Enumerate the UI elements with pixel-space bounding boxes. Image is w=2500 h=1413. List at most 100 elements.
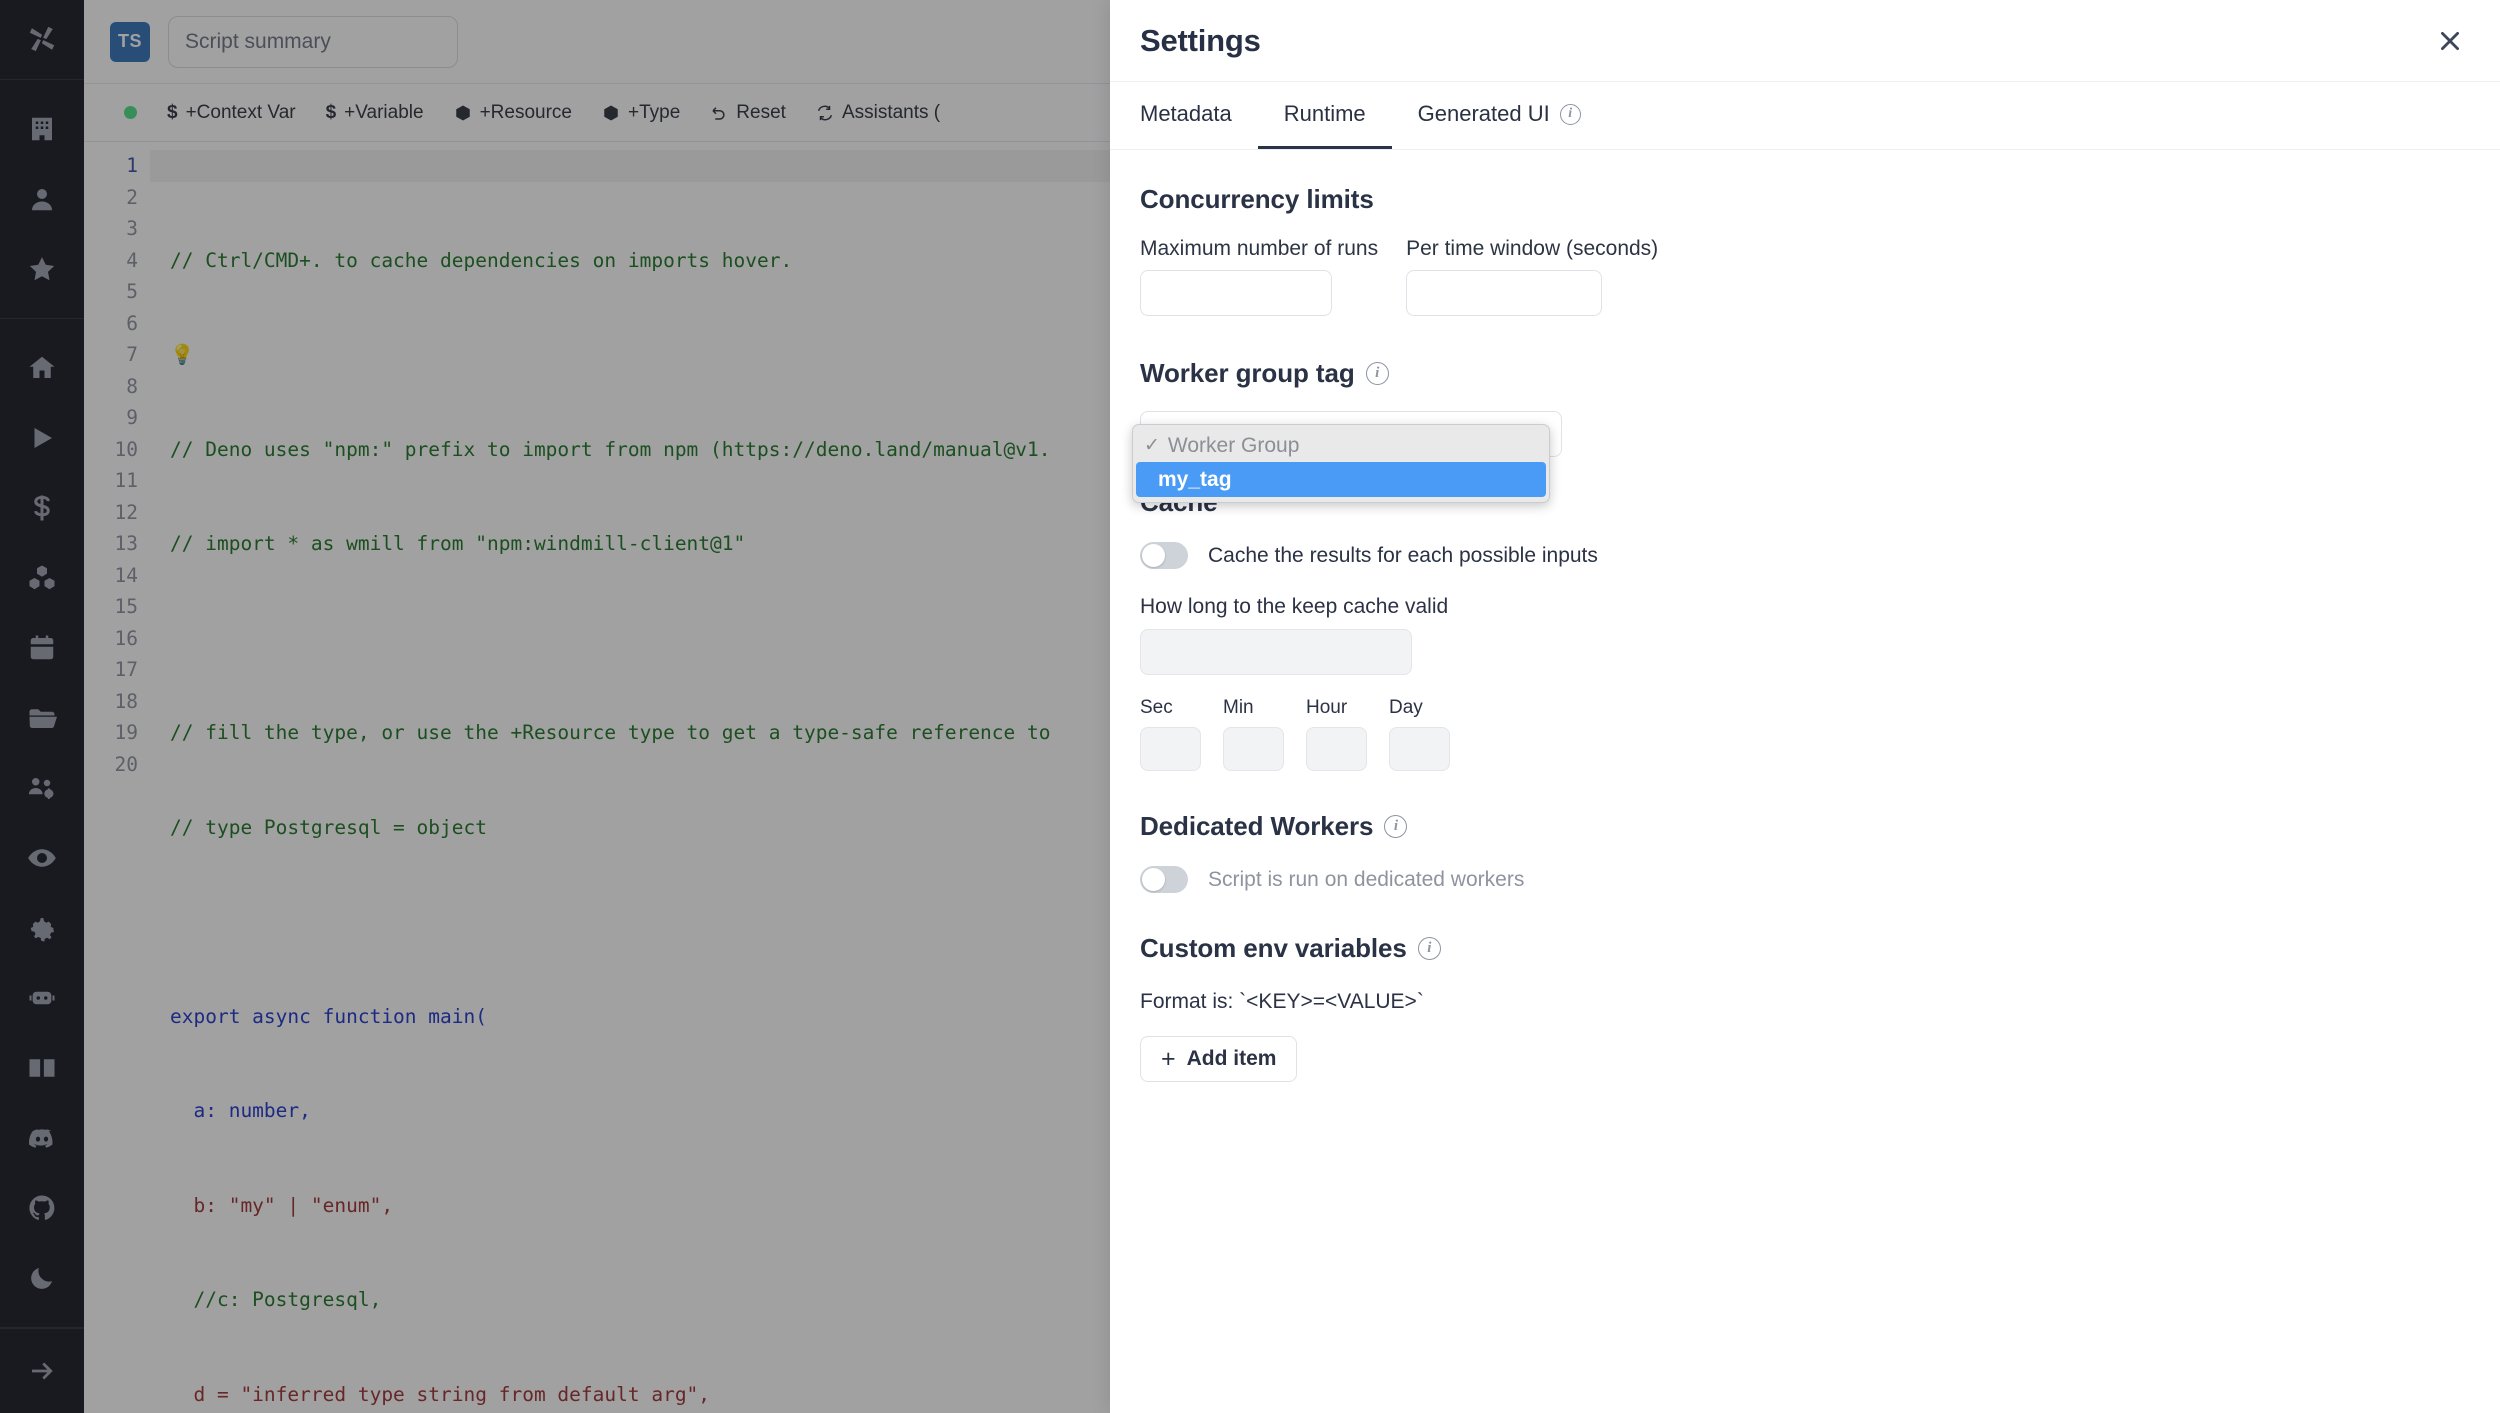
line-number: 14 <box>114 563 138 587</box>
worker-group-tag-title-label: Worker group tag <box>1140 358 1355 388</box>
cache-time-units: Sec Min Hour Day <box>1140 697 2470 771</box>
close-icon <box>2441 31 2459 50</box>
worker-group-tag-section: Worker group tag i ✓ Worker Group my_tag <box>1132 358 2470 503</box>
app-logo[interactable] <box>0 0 84 80</box>
dropdown-option-placeholder[interactable]: ✓ Worker Group <box>1136 429 1546 462</box>
sidebar-item-runs[interactable] <box>0 403 84 473</box>
reset-button[interactable]: Reset <box>710 102 786 124</box>
cache-unit-day: Day <box>1389 697 1450 771</box>
sidebar-item-github[interactable] <box>0 1173 84 1243</box>
cache-unit-label: Sec <box>1140 697 1173 718</box>
cache-validity-input[interactable] <box>1140 629 1412 675</box>
sidebar-item-folders[interactable] <box>0 683 84 753</box>
cache-validity-label: How long to the keep cache valid <box>1140 595 1449 618</box>
rail-collapse[interactable] <box>0 1327 84 1413</box>
folder-icon <box>29 708 57 728</box>
check-icon: ✓ <box>1144 435 1160 456</box>
info-icon[interactable]: i <box>1417 937 1441 960</box>
cache-toggle-row: Cache the results for each possible inpu… <box>1140 542 2470 569</box>
sidebar-expand-button[interactable] <box>0 1336 84 1406</box>
max-runs-field: Maximum number of runs <box>1140 237 1378 316</box>
cache-unit-day-input[interactable] <box>1389 727 1450 771</box>
tab-runtime[interactable]: Runtime <box>1257 82 1392 149</box>
add-context-var-button[interactable]: $ +Context Var <box>167 102 296 124</box>
cache-toggle-label: Cache the results for each possible inpu… <box>1208 543 1598 567</box>
tab-metadata[interactable]: Metadata <box>1140 82 1258 149</box>
concurrency-title-label: Concurrency limits <box>1140 184 1374 214</box>
settings-body: Concurrency limits Maximum number of run… <box>1110 150 2500 1413</box>
code-token-param: b: "my" | "enum", <box>170 1193 394 1217</box>
add-resource-button[interactable]: +Resource <box>454 102 572 124</box>
language-badge: TS <box>110 21 150 62</box>
code-token-keyword: export async function main( <box>170 1004 487 1028</box>
sidebar-item-variables[interactable] <box>0 473 84 543</box>
assistants-button[interactable]: Assistants ( <box>816 102 940 124</box>
arrow-right-icon <box>32 1362 53 1380</box>
sidebar-item-docs[interactable] <box>0 1033 84 1103</box>
cache-unit-label: Min <box>1223 697 1254 718</box>
info-icon[interactable]: i <box>1365 362 1389 385</box>
cache-unit-min-input[interactable] <box>1223 727 1284 771</box>
dropdown-option-my-tag[interactable]: my_tag <box>1136 462 1546 497</box>
dedicated-workers-toggle[interactable] <box>1140 866 1188 893</box>
dropdown-option-label: Worker Group <box>1167 433 1300 457</box>
env-format-hint: Format is: `<KEY>=<VALUE>` <box>1140 990 1424 1013</box>
sidebar-item-user[interactable] <box>0 164 84 234</box>
cache-toggle[interactable] <box>1140 542 1188 569</box>
add-item-button[interactable]: + Add item <box>1140 1036 1298 1082</box>
custom-env-variables-section: Custom env variables i Format is: `<KEY>… <box>1140 933 2470 1082</box>
line-number: 6 <box>126 311 138 335</box>
cache-unit-hour-input[interactable] <box>1306 727 1367 771</box>
sidebar-item-groups[interactable] <box>0 753 84 823</box>
cache-unit-sec: Sec <box>1140 697 1201 771</box>
sidebar-item-settings[interactable] <box>0 893 84 963</box>
line-number: 5 <box>126 280 138 303</box>
cache-unit-hour: Hour <box>1306 697 1367 771</box>
users-cog-icon <box>28 777 54 799</box>
settings-drawer: Settings Metadata Runtime Generated UI i… <box>1110 0 2500 1413</box>
dedicated-workers-title-label: Dedicated Workers <box>1140 811 1374 841</box>
add-variable-button[interactable]: $ +Variable <box>326 102 424 124</box>
status-indicator-dot <box>124 106 137 119</box>
cube-icon <box>455 105 470 120</box>
sidebar-item-workers[interactable] <box>0 963 84 1033</box>
sidebar-item-resources[interactable] <box>0 543 84 613</box>
close-drawer-button[interactable] <box>2430 21 2470 61</box>
sidebar-item-schedules[interactable] <box>0 613 84 683</box>
line-number: 10 <box>114 437 138 461</box>
github-icon <box>29 1195 55 1220</box>
add-variable-label: +Variable <box>344 101 424 123</box>
line-number: 11 <box>114 469 138 492</box>
cube-icon <box>604 105 618 120</box>
tab-runtime-label: Runtime <box>1283 101 1366 126</box>
tab-generated-ui[interactable]: Generated UI i <box>1392 82 1607 149</box>
add-type-button[interactable]: +Type <box>602 102 680 124</box>
sidebar-item-audit[interactable] <box>0 823 84 893</box>
worker-group-tag-dropdown[interactable]: ✓ Worker Group my_tag <box>1132 424 1550 503</box>
time-window-input[interactable] <box>1406 270 1603 316</box>
sidebar-item-workspace[interactable] <box>0 94 84 164</box>
dollar-icon <box>34 495 50 521</box>
concurrency-fields: Maximum number of runs Per time window (… <box>1140 237 2470 316</box>
max-runs-input[interactable] <box>1140 270 1332 316</box>
info-icon[interactable]: i <box>1559 103 1581 125</box>
line-number: 7 <box>126 343 138 366</box>
moon-icon <box>31 1267 52 1289</box>
cache-section: Cache Cache the results for each possibl… <box>1140 487 2470 771</box>
discord-icon <box>29 1128 53 1148</box>
dedicated-toggle-row: Script is run on dedicated workers <box>1140 866 2470 893</box>
sidebar-item-home[interactable] <box>0 333 84 403</box>
dedicated-workers-title: Dedicated Workers i <box>1140 811 2470 842</box>
play-icon <box>34 427 52 448</box>
line-number: 9 <box>126 406 138 429</box>
dollar-icon: $ <box>325 101 337 123</box>
line-number: 19 <box>114 721 138 744</box>
plus-icon: + <box>1161 1044 1176 1073</box>
sidebar-rail <box>0 0 84 1413</box>
sidebar-item-discord[interactable] <box>0 1103 84 1173</box>
cache-unit-sec-input[interactable] <box>1140 727 1201 771</box>
script-summary-input[interactable] <box>168 15 458 68</box>
sidebar-item-theme[interactable] <box>0 1243 84 1313</box>
info-icon[interactable]: i <box>1384 815 1408 838</box>
sidebar-item-favorites[interactable] <box>0 234 84 304</box>
